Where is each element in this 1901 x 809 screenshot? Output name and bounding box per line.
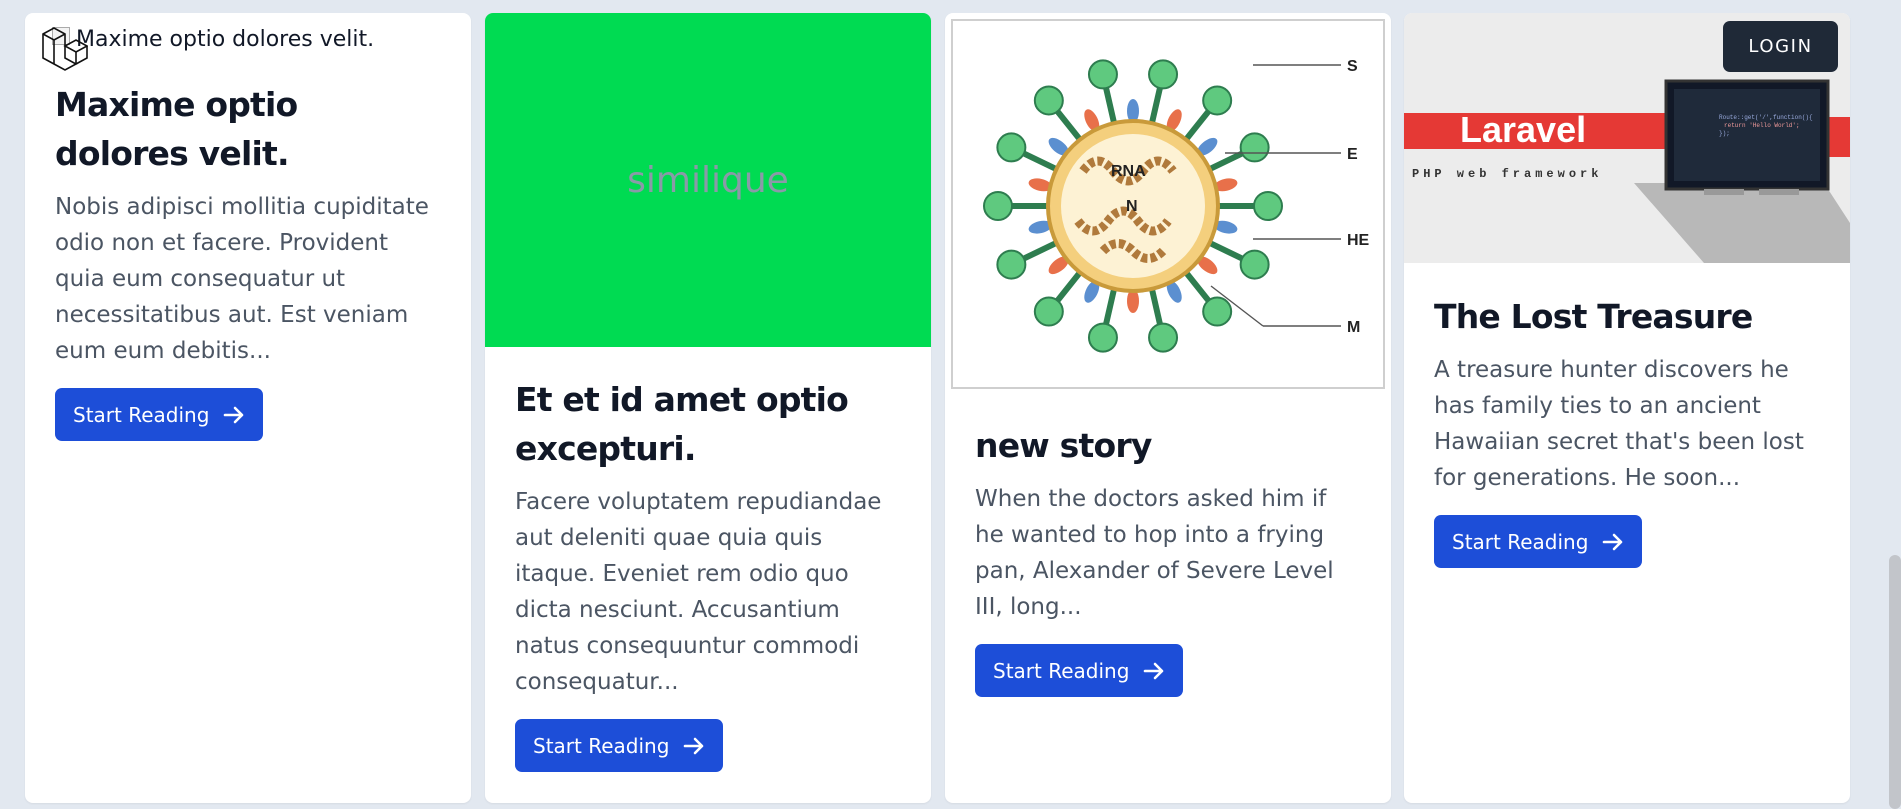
svg-text:});: }); — [1719, 130, 1730, 137]
card-image-placeholder: similique — [485, 13, 931, 347]
card-description: A treasure hunter discovers he has famil… — [1434, 357, 1804, 491]
button-label: Start Reading — [993, 658, 1130, 683]
arrow-right-icon — [224, 406, 244, 423]
laravel-logo-icon[interactable] — [40, 23, 89, 77]
card-title: new story — [975, 426, 1152, 465]
laravel-tagline-text: PHP web framework — [1412, 167, 1602, 181]
label-m: M — [1347, 319, 1360, 336]
story-card: similique Et et id amet optio excepturi.… — [485, 13, 931, 803]
laravel-brand-text: Laravel — [1460, 109, 1586, 150]
card-description: Nobis adipisci mollitia cupiditate odio … — [55, 194, 429, 364]
button-label: Start Reading — [1452, 529, 1589, 554]
label-rna: RNA — [1111, 163, 1146, 180]
start-reading-button[interactable]: Start Reading — [515, 719, 724, 772]
start-reading-button[interactable]: Start Reading — [55, 388, 264, 441]
label-n: N — [1126, 198, 1138, 215]
card-description: Facere voluptatem repudiandae aut deleni… — [515, 489, 882, 695]
scrollbar-thumb[interactable] — [1889, 555, 1901, 809]
svg-text:return 'Hello World';: return 'Hello World'; — [1724, 122, 1800, 129]
card-title: Et et id amet optio excepturi. — [515, 380, 849, 468]
story-card: Maxime optio dolores velit. Maxime optio… — [25, 13, 471, 803]
button-label: Start Reading — [73, 402, 210, 427]
arrow-right-icon — [1144, 662, 1164, 679]
story-card: Route::get('/',function(){ return 'Hello… — [1404, 13, 1850, 803]
card-image: RNA N S E HE M — [951, 19, 1385, 389]
arrow-right-icon — [684, 737, 704, 754]
start-reading-button[interactable]: Start Reading — [1434, 515, 1643, 568]
card-title: Maxime optio dolores velit. — [55, 85, 298, 173]
button-label: Start Reading — [533, 733, 670, 758]
card-title: The Lost Treasure — [1434, 297, 1753, 336]
svg-text:Route::get('/',function(){: Route::get('/',function(){ — [1719, 114, 1813, 121]
label-s: S — [1347, 58, 1358, 75]
image-alt-text: Maxime optio dolores velit. — [76, 27, 375, 52]
login-button[interactable]: LOGIN — [1723, 21, 1838, 72]
label-e: E — [1347, 146, 1358, 163]
start-reading-button[interactable]: Start Reading — [975, 644, 1184, 697]
story-card: RNA N S E HE M new story When the doctor… — [945, 13, 1391, 803]
arrow-right-icon — [1603, 533, 1623, 550]
label-he: HE — [1347, 232, 1370, 249]
broken-image: Maxime optio dolores velit. — [52, 27, 374, 52]
virus-diagram-image: RNA N S E HE M — [983, 58, 1370, 353]
card-description: When the doctors asked him if he wanted … — [975, 486, 1334, 620]
